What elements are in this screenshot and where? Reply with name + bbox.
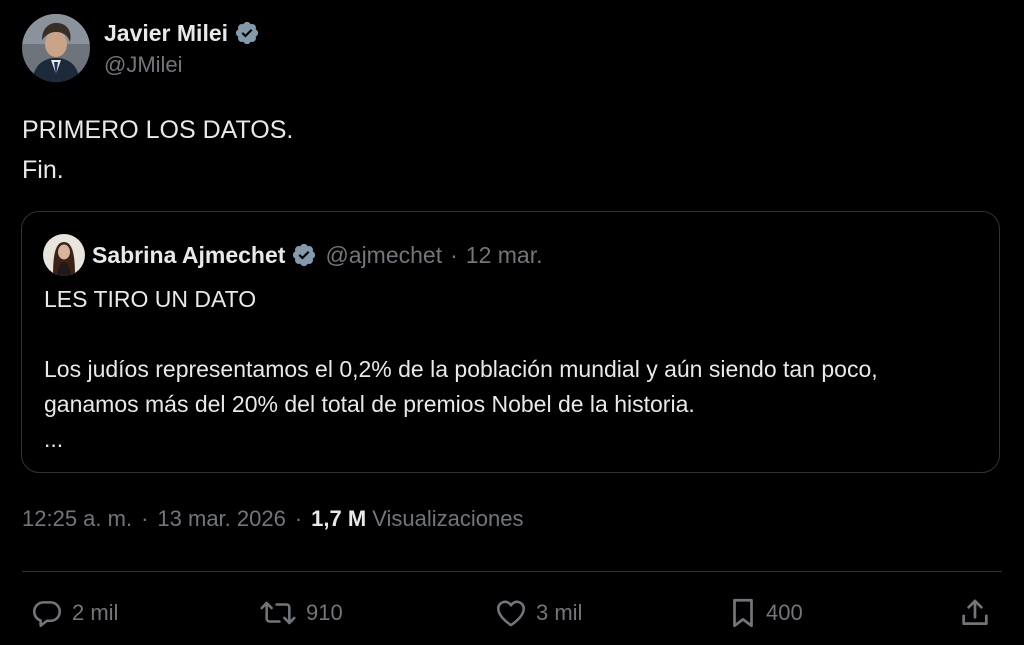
repost-button[interactable]: 910 [258, 592, 343, 634]
divider [22, 571, 1002, 572]
like-count: 3 mil [536, 600, 583, 625]
tweet-time[interactable]: 12:25 a. m. [22, 506, 132, 532]
quoted-text-line: LES TIRO UN DATO [44, 286, 257, 312]
quoted-author-name: Sabrina Ajmechet [92, 241, 286, 268]
author-handle[interactable]: @JMilei [104, 50, 260, 80]
repost-count: 910 [306, 600, 343, 625]
reply-button[interactable]: 2 mil [30, 592, 118, 634]
views-label: Visualizaciones [372, 506, 524, 531]
quoted-tweet-header: Sabrina Ajmechet @ajmechet · 12 mar. [43, 234, 543, 276]
quoted-tweet-body: LES TIRO UN DATO Los judíos representamo… [44, 282, 974, 457]
repost-icon [258, 596, 298, 630]
tweet-date[interactable]: 13 mar. 2026 [157, 506, 285, 532]
tweet-line: PRIMERO LOS DATOS. [22, 116, 294, 144]
share-button[interactable] [958, 592, 992, 634]
views-count[interactable]: 1,7 M [311, 506, 366, 532]
quoted-text-paragraph: Los judíos representamos el 0,2% de la p… [44, 356, 878, 417]
quoted-tweet[interactable]: Sabrina Ajmechet @ajmechet · 12 mar. LES… [21, 211, 1000, 473]
like-button[interactable]: 3 mil [494, 592, 582, 634]
quoted-tweet-date: 12 mar. [465, 241, 543, 268]
quoted-author-handle: @ajmechet [325, 241, 443, 268]
separator-dot: · [294, 506, 303, 531]
tweet-line: Fin. [22, 156, 64, 184]
bookmark-count: 400 [766, 600, 803, 625]
tweet-text: PRIMERO LOS DATOS. Fin. [22, 110, 293, 190]
bookmark-icon [728, 596, 758, 630]
share-icon [958, 596, 992, 630]
tweet-meta: 12:25 a. m. · 13 mar. 2026 · 1,7 M Visua… [22, 506, 523, 532]
bookmark-button[interactable]: 400 [728, 592, 803, 634]
verified-badge-icon[interactable] [234, 20, 260, 46]
quoted-author-avatar [43, 234, 85, 276]
reply-icon [30, 596, 64, 630]
quoted-text-ellipsis: ... [44, 426, 64, 452]
heart-icon [494, 596, 528, 630]
separator-dot: · [450, 241, 458, 268]
author-name[interactable]: Javier Milei [104, 20, 228, 47]
verified-badge-icon [291, 242, 317, 268]
tweet-header: Javier Milei @JMilei [22, 14, 260, 82]
reply-count: 2 mil [72, 600, 119, 625]
author-avatar[interactable] [22, 14, 90, 82]
separator-dot: · [141, 506, 149, 531]
